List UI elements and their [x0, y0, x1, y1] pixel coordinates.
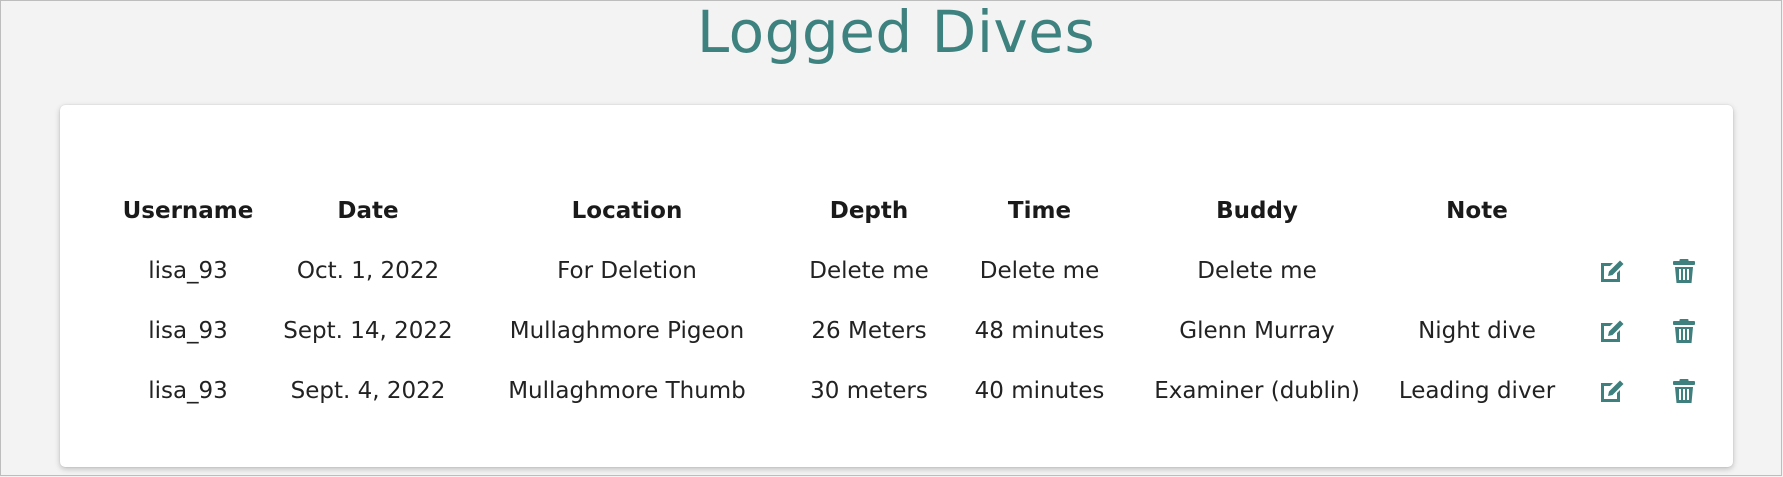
header-edit-blank	[1566, 181, 1658, 241]
page: Logged Dives Username Date Location Dept…	[0, 0, 1782, 476]
cell-buddy: Glenn Murray	[1179, 318, 1335, 344]
dives-card: Username Date Location Depth Time Buddy …	[60, 105, 1733, 467]
cell-username: lisa_93	[148, 258, 228, 284]
edit-icon[interactable]	[1598, 257, 1626, 285]
header-depth: Depth	[829, 198, 909, 224]
cell-location: Mullaghmore Thumb	[508, 378, 746, 404]
edit-icon[interactable]	[1598, 317, 1626, 345]
cell-delete	[1658, 301, 1710, 361]
cell-note	[1388, 241, 1566, 301]
header-time: Time	[1007, 198, 1072, 224]
edit-icon[interactable]	[1598, 377, 1626, 405]
cell-buddy: Delete me	[1197, 258, 1317, 284]
cell-time: 40 minutes	[974, 378, 1105, 404]
cell-edit	[1566, 301, 1658, 361]
cell-location: For Deletion	[557, 258, 697, 284]
cell-delete	[1658, 241, 1710, 301]
cell-depth: 30 meters	[810, 378, 928, 404]
header-date: Date	[337, 198, 399, 224]
cell-note: Night dive	[1418, 318, 1536, 344]
trash-icon[interactable]	[1670, 317, 1698, 345]
header-username: Username	[122, 198, 254, 224]
cell-delete	[1658, 361, 1710, 421]
header-delete-blank	[1658, 181, 1710, 241]
cell-location: Mullaghmore Pigeon	[509, 318, 745, 344]
trash-icon[interactable]	[1670, 257, 1698, 285]
cell-username: lisa_93	[148, 378, 228, 404]
trash-icon[interactable]	[1670, 377, 1698, 405]
header-buddy: Buddy	[1216, 198, 1298, 224]
cell-time: 48 minutes	[974, 318, 1105, 344]
table-row: lisa_93 Sept. 14, 2022 Mullaghmore Pigeo…	[109, 301, 1710, 361]
cell-depth: Delete me	[809, 258, 929, 284]
table-row: lisa_93 Oct. 1, 2022 For Deletion Delete…	[109, 241, 1710, 301]
page-title: Logged Dives	[696, 0, 1096, 66]
table-header-row: Username Date Location Depth Time Buddy …	[109, 181, 1710, 241]
header-location: Location	[571, 198, 683, 224]
cell-username: lisa_93	[148, 318, 228, 344]
cell-time: Delete me	[979, 258, 1100, 284]
cell-date: Sept. 14, 2022	[283, 318, 453, 344]
header-note: Note	[1446, 198, 1508, 224]
cell-edit	[1566, 361, 1658, 421]
dives-table: Username Date Location Depth Time Buddy …	[109, 181, 1710, 421]
cell-date: Sept. 4, 2022	[290, 378, 446, 404]
cell-buddy: Examiner (dublin)	[1154, 378, 1360, 404]
table-row: lisa_93 Sept. 4, 2022 Mullaghmore Thumb …	[109, 361, 1710, 421]
cell-depth: 26 Meters	[811, 318, 927, 344]
cell-edit	[1566, 241, 1658, 301]
cell-date: Oct. 1, 2022	[296, 258, 440, 284]
cell-note: Leading diver	[1398, 378, 1556, 404]
